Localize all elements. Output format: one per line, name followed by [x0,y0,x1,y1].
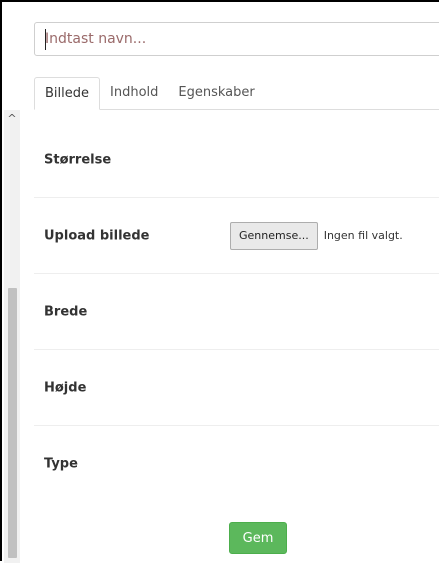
upload-label: Upload billede [44,228,150,243]
tab-egenskaber[interactable]: Egenskaber [168,77,264,109]
form-row-upload: Upload billede Gennemse... Ingen fil val… [34,198,439,274]
file-status-text: Ingen fil valgt. [323,229,403,242]
size-label: Størrelse [44,152,112,167]
browse-button[interactable]: Gennemse... [230,221,318,250]
form-row-width: Brede [34,274,439,350]
editor-panel: Billede Indhold Egenskaber ^ Størrelse U… [0,0,439,563]
height-label: Højde [44,380,87,395]
save-button[interactable]: Gem [229,522,287,554]
vertical-scrollbar[interactable]: ^ [4,110,20,563]
tab-indhold[interactable]: Indhold [100,77,168,109]
name-input[interactable] [34,22,439,56]
form-row-type: Type [34,426,439,502]
scroll-up-arrow-icon[interactable]: ^ [4,112,20,126]
form-row-height: Højde [34,350,439,426]
type-label: Type [44,456,78,472]
file-picker: Gennemse... Ingen fil valgt. [230,221,403,250]
tab-bar: Billede Indhold Egenskaber [34,77,439,110]
width-label: Brede [44,304,88,319]
tab-billede[interactable]: Billede [34,77,101,110]
text-caret [45,29,46,50]
form-row-size: Størrelse [34,122,439,198]
scroll-thumb[interactable] [8,288,17,558]
